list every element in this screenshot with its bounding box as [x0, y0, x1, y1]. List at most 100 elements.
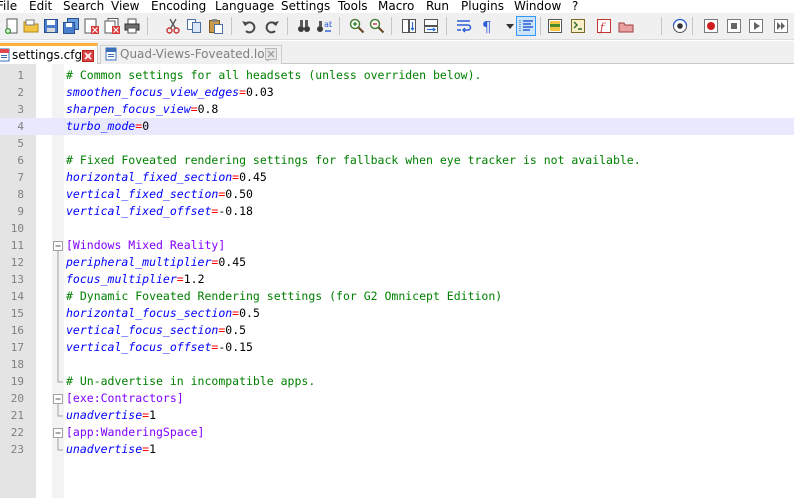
svg-text:¶: ¶ [482, 18, 492, 34]
stop-macro-icon[interactable] [703, 18, 719, 34]
doc-map-icon[interactable] [547, 18, 563, 34]
indent-guide-icon[interactable] [516, 16, 536, 36]
record-macro-icon[interactable] [672, 18, 688, 34]
code-editor[interactable]: 1 # Common settings for all headsets (unl… [0, 64, 794, 498]
tab-label: settings.cfg [12, 48, 83, 62]
close-icon[interactable] [83, 18, 99, 34]
key-token: turbo_mode [66, 119, 136, 133]
close-all-icon[interactable] [104, 18, 120, 34]
play-macro-icon[interactable] [726, 18, 742, 34]
code-line[interactable]: 8 vertical_fixed_section=0.50 [0, 186, 794, 203]
fold-guide [52, 441, 64, 458]
menu-language[interactable]: Language [215, 0, 274, 13]
value-token: 0.03 [246, 85, 274, 99]
code-line[interactable]: 3 sharpen_focus_view=0.8 [0, 101, 794, 118]
code-line[interactable]: 17 vertical_focus_offset=-0.15 [0, 339, 794, 356]
fold-toggle-icon[interactable] [52, 390, 64, 407]
paste-icon[interactable] [208, 18, 224, 34]
section-header-token: [app:WanderingSpace] [66, 425, 205, 439]
replace-icon[interactable]: ab [316, 18, 332, 34]
menu-settings[interactable]: Settings [281, 0, 330, 13]
menu-plugins[interactable]: Plugins [461, 0, 504, 13]
show-all-chars-icon[interactable]: ¶ [480, 18, 496, 34]
fold-guide [52, 288, 64, 305]
monitoring-icon[interactable] [618, 18, 634, 34]
code-line[interactable]: 21 unadvertise=1 [0, 407, 794, 424]
print-icon[interactable] [124, 18, 140, 34]
zoom-in-icon[interactable] [349, 18, 365, 34]
open-file-icon[interactable] [23, 18, 39, 34]
line-number: 20 [10, 392, 24, 405]
code-line[interactable]: 9 vertical_fixed_offset=-0.18 [0, 203, 794, 220]
code-line[interactable]: 22 [app:WanderingSpace] [0, 424, 794, 441]
code-line[interactable]: 11 [Windows Mixed Reality] [0, 237, 794, 254]
function-list-icon[interactable] [570, 18, 586, 34]
menu-file[interactable]: File [0, 0, 17, 13]
tab-quad-views-foveated-log[interactable]: Quad-Views-Foveated.log [100, 45, 282, 64]
find-icon[interactable] [296, 18, 312, 34]
line-number: 7 [17, 171, 24, 184]
code-line[interactable]: 18 [0, 356, 794, 373]
code-line[interactable]: 5 [0, 135, 794, 152]
tab-close-icon[interactable] [82, 49, 94, 62]
redo-icon[interactable] [264, 18, 280, 34]
menu-edit[interactable]: Edit [29, 0, 52, 13]
code-line[interactable]: 10 [0, 220, 794, 237]
key-token: smoothen_focus_view_edges [66, 85, 240, 99]
menu-view[interactable]: View [111, 0, 139, 13]
menu-tools[interactable]: Tools [338, 0, 368, 13]
menu-run[interactable]: Run [426, 0, 449, 13]
code-text: [app:WanderingSpace] [66, 424, 204, 441]
toolbar-separator [391, 17, 392, 35]
code-line[interactable]: 1 # Common settings for all headsets (unl… [0, 67, 794, 84]
menu-encoding[interactable]: Encoding [151, 0, 206, 13]
key-token: vertical_fixed_offset [66, 204, 212, 218]
zoom-out-icon[interactable] [369, 18, 385, 34]
sync-horizontal-icon[interactable] [423, 18, 439, 34]
save-all-icon[interactable] [63, 18, 79, 34]
code-line[interactable]: 13 focus_multiplier=1.2 [0, 271, 794, 288]
save-macro-icon[interactable] [773, 18, 789, 34]
copy-icon[interactable] [186, 18, 202, 34]
value-token: 0.5 [239, 306, 260, 320]
toolbar: ab ¶ f [0, 13, 794, 40]
code-line[interactable]: 4 turbo_mode=0 [0, 118, 794, 135]
code-line[interactable]: 23 unadvertise=1 [0, 441, 794, 458]
code-line[interactable]: 20 [exe:Contractors] [0, 390, 794, 407]
code-line[interactable]: 16 vertical_focus_section=0.5 [0, 322, 794, 339]
line-number: 22 [10, 426, 24, 439]
code-line[interactable]: 7 horizontal_fixed_section=0.45 [0, 169, 794, 186]
line-number: 18 [10, 358, 24, 371]
tab-settings-cfg[interactable]: settings.cfg [0, 43, 98, 65]
tab-close-icon[interactable] [265, 48, 277, 60]
value-token: 0 [142, 119, 150, 133]
menu-window[interactable]: Window [514, 0, 561, 13]
menu-macro[interactable]: Macro [378, 0, 414, 13]
menu-search[interactable]: Search [63, 0, 104, 13]
folder-workspace-icon[interactable]: f [596, 18, 612, 34]
menu-help[interactable]: ? [572, 0, 578, 13]
line-number: 10 [10, 222, 24, 235]
code-line[interactable]: 2 smoothen_focus_view_edges=0.03 [0, 84, 794, 101]
sync-vertical-icon[interactable] [401, 18, 417, 34]
line-number: 16 [10, 324, 24, 337]
fold-toggle-icon[interactable] [52, 424, 64, 441]
comment-token: # Common settings for all headsets (unle… [66, 68, 482, 82]
value-token: -0.18 [218, 204, 253, 218]
run-macro-multiple-icon[interactable] [748, 18, 764, 34]
fold-guide [52, 407, 64, 424]
fold-toggle-icon[interactable] [52, 237, 64, 254]
line-number: 8 [17, 188, 24, 201]
fold-guide [52, 356, 64, 373]
code-line[interactable]: 14 # Dynamic Foveated Rendering settings … [0, 288, 794, 305]
new-file-icon[interactable] [4, 18, 20, 34]
value-token: -0.15 [218, 340, 253, 354]
code-line[interactable]: 6 # Fixed Foveated rendering settings for… [0, 152, 794, 169]
save-icon[interactable] [43, 18, 59, 34]
code-line[interactable]: 15 horizontal_focus_section=0.5 [0, 305, 794, 322]
code-line[interactable]: 19 # Un-advertise in incompatible apps. [0, 373, 794, 390]
undo-icon[interactable] [241, 18, 257, 34]
cut-icon[interactable] [165, 18, 181, 34]
word-wrap-icon[interactable] [456, 18, 472, 34]
code-line[interactable]: 12 peripheral_multiplier=0.45 [0, 254, 794, 271]
